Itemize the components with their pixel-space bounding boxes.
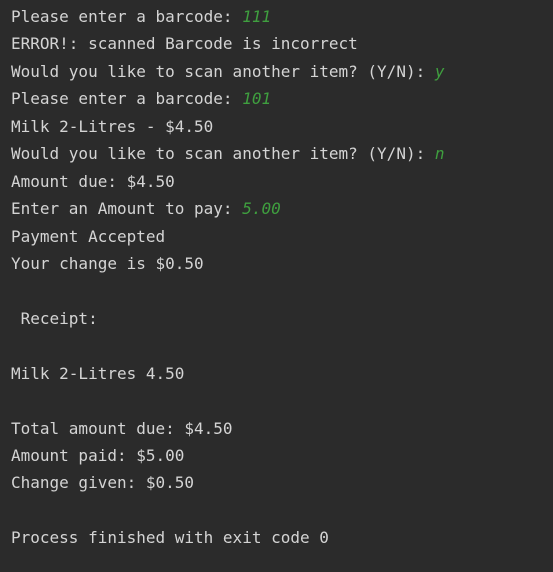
console-line: Amount paid: $5.00: [11, 445, 553, 472]
console-line: Milk 2-Litres 4.50: [11, 363, 553, 390]
console-line: ERROR!: scanned Barcode is incorrect: [11, 33, 553, 60]
console-line: Your change is $0.50: [11, 253, 553, 280]
console-line: Total amount due: $4.50: [11, 418, 553, 445]
output-text: Would you like to scan another item? (Y/…: [11, 144, 435, 164]
console-output: Please enter a barcode: 111 ERROR!: scan…: [0, 0, 553, 572]
output-text: Receipt:: [11, 308, 98, 328]
user-input-text: y: [434, 61, 445, 81]
user-input-text: 5.00: [242, 199, 281, 219]
user-input-text: 101: [242, 89, 272, 109]
console-line: Amount due: $4.50: [11, 171, 553, 198]
output-text: Please enter a barcode:: [11, 7, 243, 26]
output-text: ERROR!: scanned Barcode is incorrect: [11, 34, 358, 54]
console-line: Would you like to scan another item? (Y/…: [11, 61, 553, 88]
console-line: Change given: $0.50: [11, 472, 553, 499]
console-line: Would you like to scan another item? (Y/…: [11, 143, 553, 170]
console-line: Receipt:: [11, 308, 553, 335]
output-text: Your change is $0.50: [11, 253, 204, 273]
output-text: Please enter a barcode:: [11, 89, 243, 109]
user-input-text: 111: [242, 7, 272, 26]
console-line: Process finished with exit code 0: [11, 527, 553, 554]
user-input-text: n: [434, 144, 445, 164]
output-text: Milk 2-Litres - $4.50: [11, 116, 214, 136]
console-line: Please enter a barcode: 111: [11, 6, 553, 33]
output-text: Total amount due: $4.50: [11, 418, 233, 438]
output-text: Process finished with exit code 0: [11, 528, 329, 548]
output-text: Amount due: $4.50: [11, 171, 175, 191]
output-text: Enter an Amount to pay:: [11, 199, 243, 219]
console-line: Payment Accepted: [11, 226, 553, 253]
output-text: Would you like to scan another item? (Y/…: [11, 61, 435, 81]
output-text: Payment Accepted: [11, 226, 166, 246]
console-line: Milk 2-Litres - $4.50: [11, 116, 553, 143]
output-text: Amount paid: $5.00: [11, 446, 185, 465]
output-text: Change given: $0.50: [11, 473, 195, 493]
console-line: Enter an Amount to pay: 5.00: [11, 198, 553, 225]
console-line: Please enter a barcode: 101: [11, 88, 553, 115]
output-text: Milk 2-Litres 4.50: [11, 363, 185, 383]
